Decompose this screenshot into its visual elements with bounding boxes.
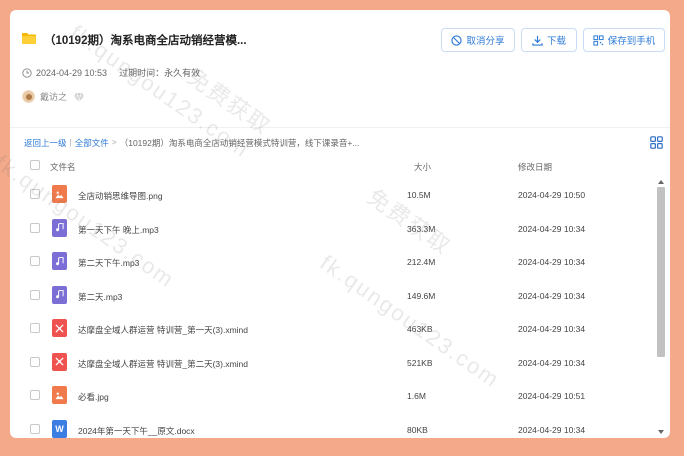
- row-checkbox[interactable]: [30, 289, 40, 300]
- save-to-phone-button[interactable]: 保存到手机: [583, 28, 665, 52]
- breadcrumb: 返回上一级 | 全部文件 > （10192期）淘系电商全店动销经营模式特训营，线…: [24, 137, 359, 149]
- table-row[interactable]: 第一天下午 晚上.mp3 363.3M 2024-04-29 10:34: [10, 212, 656, 245]
- column-header-name[interactable]: 文件名: [50, 161, 76, 173]
- qrcode-icon: [593, 34, 604, 46]
- file-size: 363.3M: [407, 223, 436, 234]
- file-date: 2024-04-29 10:34: [518, 324, 586, 334]
- table-row[interactable]: 第二天下午.mp3 212.4M 2024-04-29 10:34: [10, 245, 656, 278]
- row-checkbox[interactable]: [30, 423, 40, 434]
- grid-view-icon[interactable]: [650, 136, 663, 149]
- avatar: [22, 90, 35, 103]
- file-date: 2024-04-29 10:34: [518, 223, 586, 234]
- diamond-icon: [74, 92, 85, 102]
- table-row[interactable]: 必看.jpg 1.6M 2024-04-29 10:51: [10, 379, 656, 412]
- audio-file-icon: [52, 285, 67, 304]
- download-icon: [532, 35, 543, 46]
- table-row[interactable]: 达摩盘全域人群运营 特训营_第二天(3).xmind 521KB 2024-04-2…: [10, 346, 656, 379]
- file-name[interactable]: 第一天下午 晚上.mp3: [78, 224, 159, 236]
- file-date: 2024-04-29 10:34: [518, 357, 586, 368]
- audio-file-icon: [52, 218, 67, 237]
- expiry-text: 过期时间：永久有效: [119, 68, 201, 78]
- table-row[interactable]: 全店动销思维导图.png 10.5M 2024-04-29 10:50: [10, 178, 656, 211]
- breadcrumb-separator: |: [69, 137, 72, 147]
- row-checkbox[interactable]: [30, 256, 40, 266]
- share-header: （10192期）淘系电商全店动销经营模... 取消分享 下载 保存到手机 202…: [10, 10, 670, 128]
- scrollbar[interactable]: [656, 178, 666, 436]
- table-row[interactable]: 达摩盘全域人群运营 特训营_第一天(3).xmind 463KB 2024-04-2…: [10, 312, 656, 345]
- save-to-phone-label: 保存到手机: [607, 36, 656, 47]
- download-label: 下载: [546, 36, 566, 47]
- share-card: （10192期）淘系电商全店动销经营模... 取消分享 下载 保存到手机 202…: [10, 10, 670, 438]
- image-file-icon: [52, 185, 67, 203]
- all-files-link[interactable]: 全部文件: [75, 137, 109, 149]
- clock-icon: [22, 67, 32, 78]
- scroll-down-arrow[interactable]: [658, 430, 664, 434]
- file-size: 212.4M: [407, 257, 436, 267]
- share-date: 2024-04-29 10:53: [36, 67, 108, 78]
- breadcrumb-separator: >: [111, 137, 117, 147]
- file-size: 149.6M: [407, 290, 436, 301]
- select-all-checkbox[interactable]: [30, 160, 40, 170]
- file-name[interactable]: 第二天.mp3: [78, 291, 122, 303]
- file-name[interactable]: 达摩盘全域人群运营 特训营_第二天(3).xmind: [78, 358, 248, 370]
- file-name[interactable]: 2024年第一天下午__原文.docx: [78, 425, 195, 437]
- back-link[interactable]: 返回上一级: [24, 137, 67, 149]
- table-row[interactable]: W 2024年第一天下午__原文.docx 80KB 2024-04-29 10:34: [10, 413, 656, 439]
- file-size: 521KB: [407, 357, 433, 368]
- scrollbar-thumb[interactable]: [657, 187, 665, 357]
- ban-icon: [451, 34, 463, 46]
- row-checkbox[interactable]: [30, 390, 40, 400]
- image-file-icon: [52, 386, 67, 404]
- row-checkbox[interactable]: [30, 356, 40, 367]
- word-file-icon: W: [52, 419, 67, 438]
- cancel-share-label: 取消分享: [466, 36, 505, 47]
- column-header-date[interactable]: 修改日期: [518, 161, 552, 173]
- row-checkbox[interactable]: [30, 323, 40, 333]
- file-date: 2024-04-29 10:51: [518, 391, 586, 401]
- row-checkbox[interactable]: [30, 222, 40, 233]
- xmind-file-icon: [52, 352, 67, 371]
- breadcrumb-current: （10192期）淘系电商全店动销经营模式特训营，线下课录音+...: [119, 138, 360, 148]
- file-date: 2024-04-29 10:50: [518, 190, 586, 200]
- file-name[interactable]: 全店动销思维导图.png: [78, 190, 163, 202]
- cancel-share-button[interactable]: 取消分享: [441, 28, 515, 52]
- row-checkbox[interactable]: [30, 189, 40, 199]
- file-size: 463KB: [407, 324, 433, 334]
- share-title: （10192期）淘系电商全店动销经营模...: [44, 35, 247, 47]
- table-header: 文件名 大小 修改日期: [10, 154, 670, 178]
- file-name[interactable]: 必看.jpg: [78, 391, 109, 403]
- scroll-up-arrow[interactable]: [658, 180, 664, 184]
- sharer-name[interactable]: 戴访之: [40, 90, 67, 103]
- file-list: 全店动销思维导图.png 10.5M 2024-04-29 10:50 第一天下午 晚…: [10, 178, 656, 438]
- download-button[interactable]: 下载: [521, 28, 577, 52]
- share-meta: 2024-04-29 10:53 过期时间：永久有效: [22, 66, 200, 79]
- file-size: 80KB: [407, 424, 428, 435]
- column-header-size[interactable]: 大小: [414, 161, 431, 173]
- sharer-info: 戴访之: [22, 90, 85, 103]
- xmind-file-icon: [52, 319, 67, 337]
- table-row[interactable]: 第二天.mp3 149.6M 2024-04-29 10:34: [10, 279, 656, 312]
- file-date: 2024-04-29 10:34: [518, 257, 586, 267]
- file-date: 2024-04-29 10:34: [518, 290, 586, 301]
- folder-icon: [22, 33, 36, 44]
- file-date: 2024-04-29 10:34: [518, 424, 586, 435]
- audio-file-icon: [52, 252, 67, 270]
- file-size: 10.5M: [407, 190, 431, 200]
- file-size: 1.6M: [407, 391, 426, 401]
- file-name[interactable]: 达摩盘全域人群运营 特训营_第一天(3).xmind: [78, 324, 248, 336]
- file-name[interactable]: 第二天下午.mp3: [78, 257, 139, 269]
